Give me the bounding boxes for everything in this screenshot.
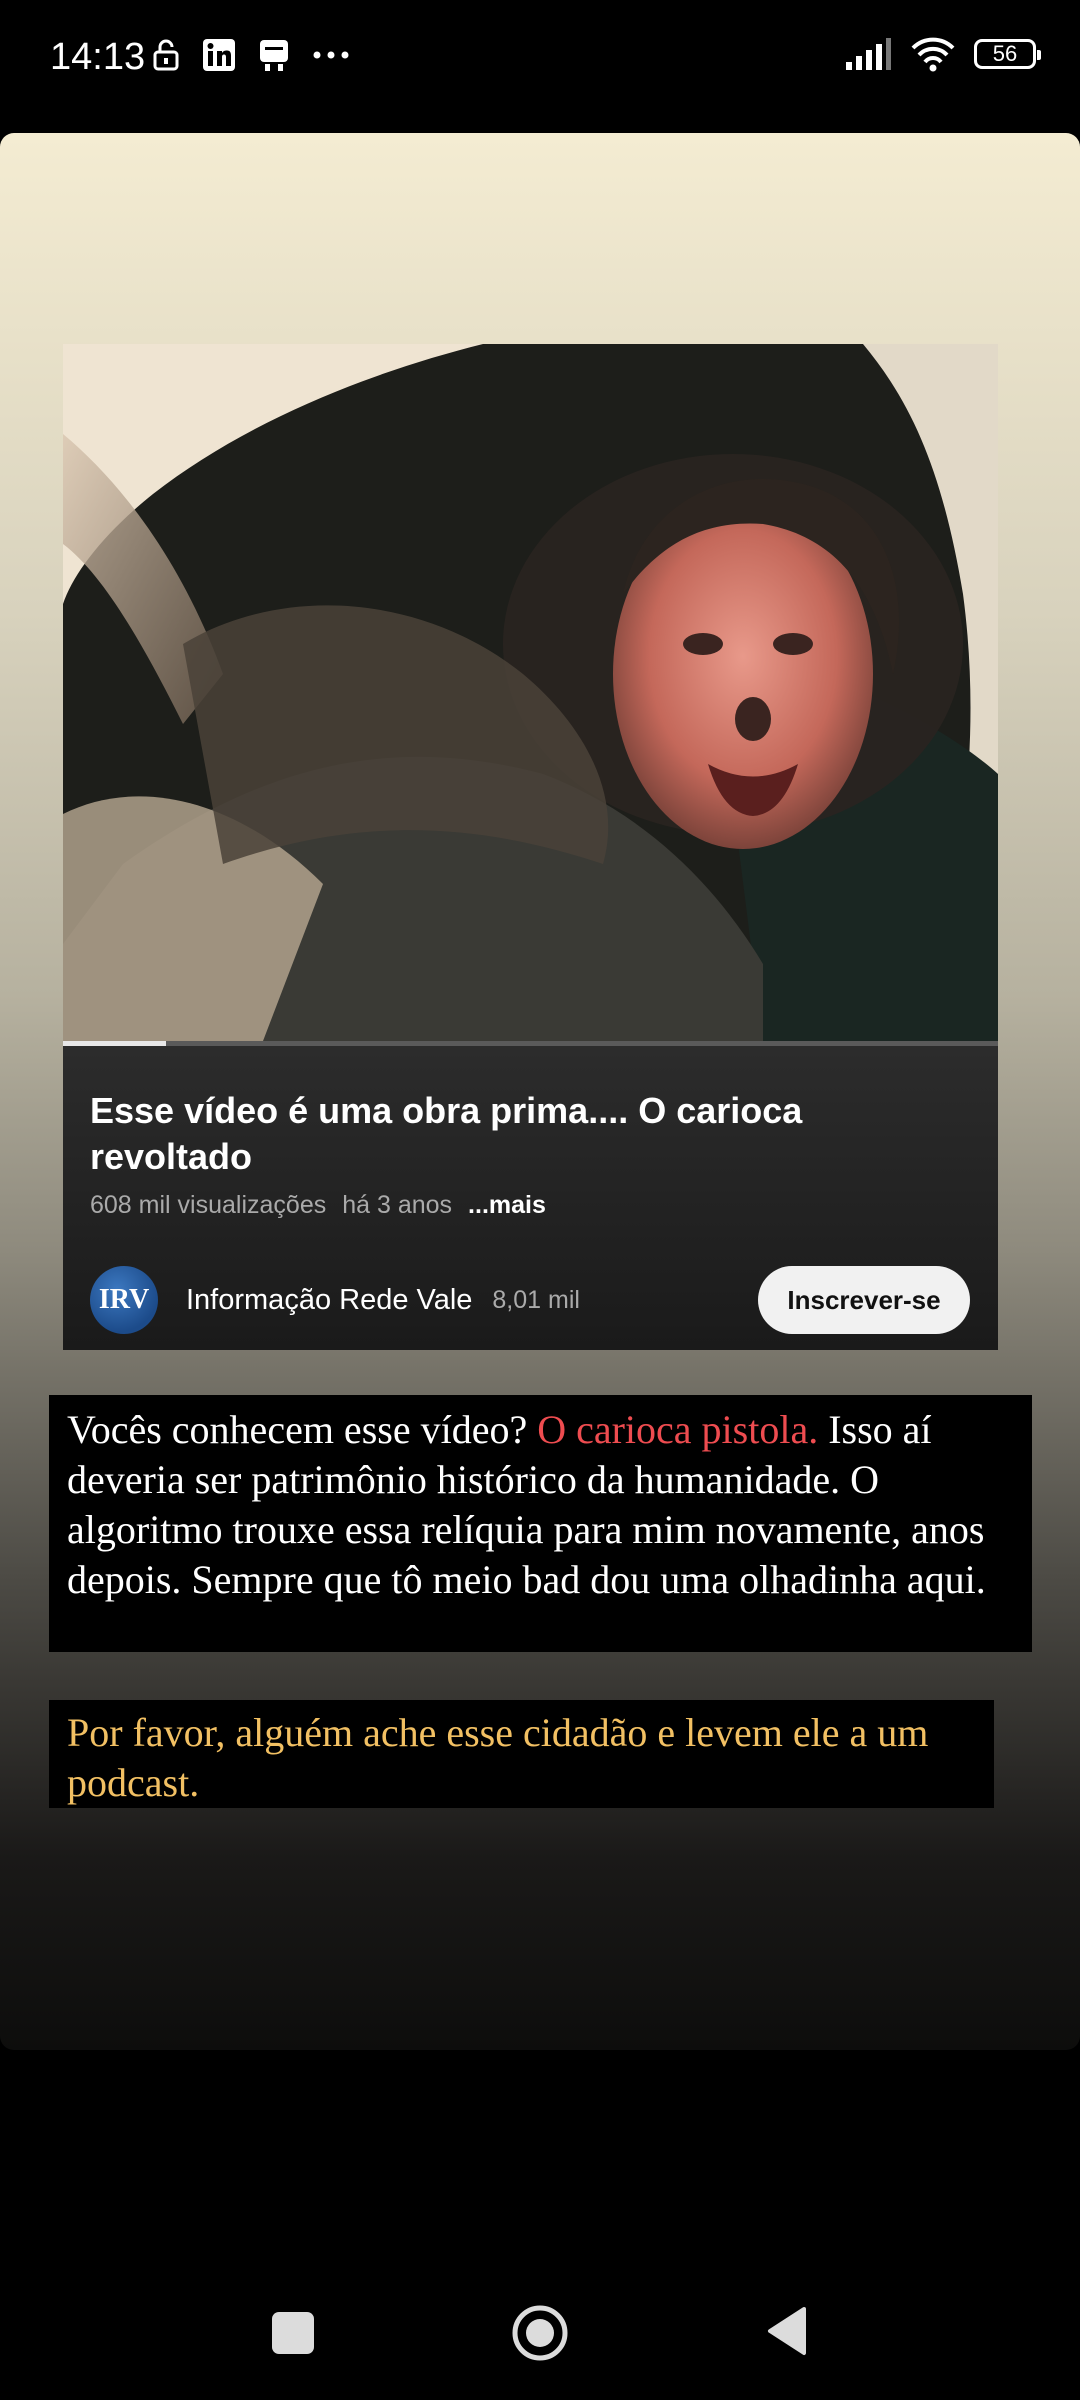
subscribe-button[interactable]: Inscrever-se — [758, 1266, 970, 1334]
status-icons-right: 56 — [844, 36, 1041, 72]
navigation-bar — [0, 2230, 1080, 2400]
video-frame-image — [63, 344, 998, 1041]
status-icons-left — [152, 38, 350, 72]
battery-level: 56 — [992, 41, 1018, 66]
caption-1-part1: Vocês conhecem esse vídeo? — [67, 1407, 538, 1452]
lock-open-icon — [153, 39, 179, 71]
channel-avatar[interactable]: IRV — [90, 1266, 158, 1334]
video-title[interactable]: Esse vídeo é uma obra prima.... O carioc… — [90, 1088, 950, 1180]
recents-button[interactable] — [272, 2312, 314, 2354]
story-background: Esse vídeo é uma obra prima.... O carioc… — [0, 133, 1080, 2050]
battery-icon: 56 — [974, 39, 1041, 69]
home-button[interactable] — [511, 2304, 569, 2362]
more-link[interactable]: ...mais — [468, 1191, 546, 1220]
linkedin-icon — [203, 39, 235, 71]
more-dots-icon — [313, 51, 349, 59]
channel-subscribers: 8,01 mil — [492, 1285, 580, 1314]
channel-name[interactable]: Informação Rede Vale — [186, 1284, 472, 1317]
channel-avatar-text: IRV — [98, 1284, 150, 1315]
wifi-icon — [911, 37, 955, 72]
caption-text-2: Por favor, alguém ache esse cidadão e le… — [49, 1700, 994, 1808]
caption-text-1-inner: Vocês conhecem esse vídeo? O carioca pis… — [67, 1405, 1032, 1605]
caption-2-text: Por favor, alguém ache esse cidadão e le… — [67, 1710, 929, 1805]
caption-1-highlight: O carioca pistola. — [537, 1407, 819, 1452]
status-bar: 14:13 56 — [0, 0, 1080, 120]
notification-icon — [260, 40, 288, 71]
video-meta: 608 mil visualizações há 3 anos ...mais — [90, 1191, 546, 1220]
status-time: 14:13 — [50, 36, 146, 78]
caption-text-1: Vocês conhecem esse vídeo? O carioca pis… — [49, 1395, 1032, 1652]
channel-row: IRV Informação Rede Vale 8,01 mil Inscre… — [90, 1264, 970, 1336]
video-thumbnail[interactable] — [63, 344, 998, 1041]
video-info: Esse vídeo é uma obra prima.... O carioc… — [63, 1046, 998, 1350]
video-views: 608 mil visualizações — [90, 1191, 327, 1219]
back-button[interactable] — [764, 2306, 808, 2356]
signal-icon — [846, 38, 891, 70]
video-age: há 3 anos — [342, 1191, 453, 1219]
video-card[interactable]: Esse vídeo é uma obra prima.... O carioc… — [63, 344, 998, 1350]
